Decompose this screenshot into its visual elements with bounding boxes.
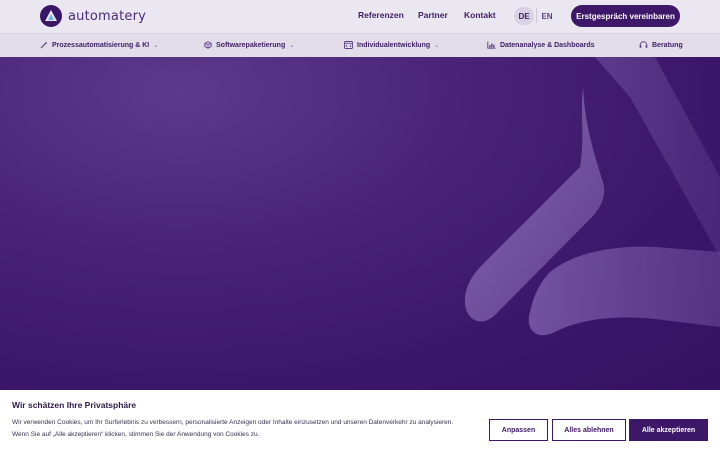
chart-icon bbox=[487, 41, 496, 49]
service-nav: Prozessautomatisierung & KI ⌄ Softwarepa… bbox=[0, 33, 720, 57]
lang-en-button[interactable]: EN bbox=[540, 7, 554, 25]
wand-icon bbox=[40, 41, 48, 49]
subnav-label: Prozessautomatisierung & KI bbox=[52, 41, 150, 49]
chevron-down-icon: ⌄ bbox=[434, 42, 440, 49]
lang-divider bbox=[536, 8, 537, 23]
subnav-item-beratung[interactable]: Beratung bbox=[639, 41, 683, 49]
top-header: automatery Referenzen Partner Kontakt DE… bbox=[0, 0, 720, 33]
subnav-label: Datenanalyse & Dashboards bbox=[500, 41, 595, 49]
code-window-icon bbox=[344, 41, 353, 49]
lang-de-button[interactable]: DE bbox=[514, 7, 534, 25]
chevron-down-icon: ⌄ bbox=[289, 42, 295, 49]
nav-partner[interactable]: Partner bbox=[418, 10, 448, 20]
logo-icon bbox=[40, 5, 62, 27]
cookie-title: Wir schätzen Ihre Privatsphäre bbox=[12, 400, 137, 410]
subnav-item-prozessautomatisierung[interactable]: Prozessautomatisierung & KI ⌄ bbox=[40, 41, 158, 49]
logo[interactable]: automatery bbox=[40, 5, 146, 27]
cookie-banner: Wir schätzen Ihre Privatsphäre Wir verwe… bbox=[0, 390, 720, 450]
subnav-item-datenanalyse[interactable]: Datenanalyse & Dashboards bbox=[487, 41, 595, 49]
cookie-reject-button[interactable]: Alles ablehnen bbox=[552, 419, 626, 441]
nav-referenzen[interactable]: Referenzen bbox=[358, 10, 404, 20]
subnav-label: Individualentwicklung bbox=[357, 41, 431, 49]
brand-triangle-graphic bbox=[464, 57, 720, 336]
headset-icon bbox=[639, 41, 648, 48]
hero-section bbox=[0, 57, 720, 390]
chevron-down-icon: ⌄ bbox=[153, 42, 159, 49]
subnav-item-individualentwicklung[interactable]: Individualentwicklung ⌄ bbox=[344, 41, 439, 49]
subnav-label: Softwarepaketierung bbox=[216, 41, 286, 49]
nav-kontakt[interactable]: Kontakt bbox=[464, 10, 496, 20]
cookie-customize-button[interactable]: Anpassen bbox=[489, 419, 548, 441]
cookie-accept-button[interactable]: Alle akzeptieren bbox=[629, 419, 708, 441]
cookie-text-line-2: Wenn Sie auf „Alle akzeptieren“ klicken,… bbox=[12, 431, 260, 438]
logo-text: automatery bbox=[68, 8, 147, 24]
subnav-label: Beratung bbox=[652, 41, 683, 49]
cookie-text-line-1: Wir verwenden Cookies, um Ihr Surferlebn… bbox=[12, 419, 454, 426]
package-icon bbox=[204, 41, 212, 49]
subnav-item-softwarepaketierung[interactable]: Softwarepaketierung ⌄ bbox=[204, 41, 294, 49]
book-consultation-button[interactable]: Erstgespräch vereinbaren bbox=[571, 5, 680, 27]
